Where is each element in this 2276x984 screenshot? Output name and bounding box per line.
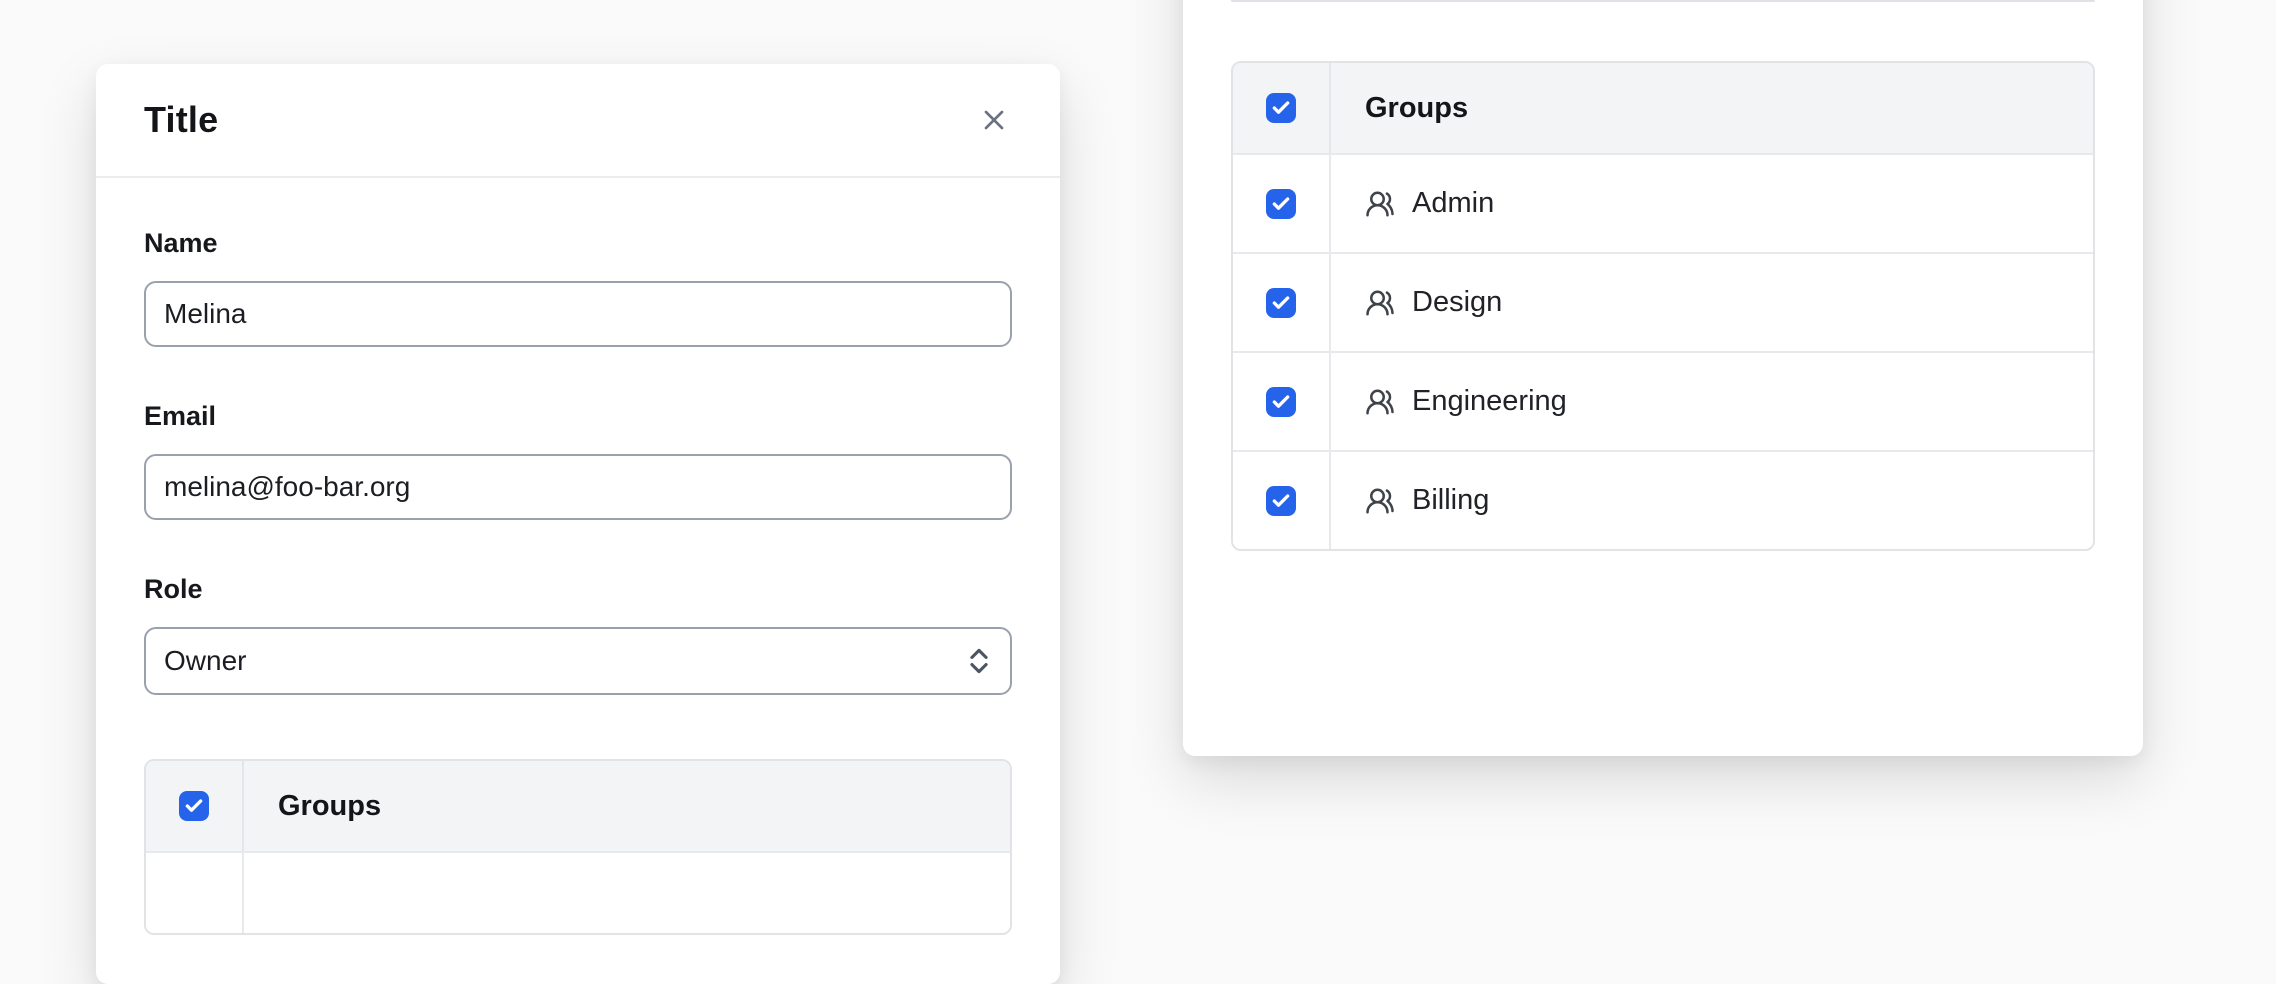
row-checkbox[interactable]: [1266, 387, 1296, 417]
table-row[interactable]: Billing: [1233, 452, 2093, 549]
role-label: Role: [144, 574, 1012, 605]
row-checkbox[interactable]: [1266, 189, 1296, 219]
table-row[interactable]: Design: [1233, 254, 2093, 353]
groups-table-header-row: Groups: [1233, 63, 2093, 155]
email-input[interactable]: [144, 454, 1012, 520]
row-checkbox-cell: [1233, 155, 1331, 252]
groups-panel: Groups Admin: [1183, 0, 2143, 756]
row-checkbox-cell: [1233, 353, 1331, 450]
row-content: Design: [1365, 254, 1502, 351]
email-field-group: Email: [144, 401, 1012, 520]
close-icon: [978, 104, 1010, 136]
users-icon: [1365, 387, 1395, 417]
table-row[interactable]: Engineering: [1233, 353, 2093, 452]
check-icon: [1271, 194, 1291, 214]
group-name: Admin: [1412, 187, 1494, 220]
row-content: Billing: [1365, 452, 1489, 549]
check-icon: [184, 796, 204, 816]
name-input[interactable]: [144, 281, 1012, 347]
email-label: Email: [144, 401, 1012, 432]
name-field-group: Name: [144, 228, 1012, 347]
role-field-group: Role Owner: [144, 574, 1012, 695]
group-name: Design: [1412, 286, 1502, 319]
chevrons-up-down-icon: [962, 644, 996, 678]
select-all-checkbox[interactable]: [1266, 93, 1296, 123]
groups-header-label: Groups: [1365, 92, 1468, 125]
role-select[interactable]: Owner: [144, 627, 1012, 695]
check-icon: [1271, 392, 1291, 412]
check-icon: [1271, 491, 1291, 511]
row-content: Admin: [1365, 155, 1494, 252]
dialog-title: Title: [144, 99, 218, 141]
row-checkbox-cell: [1233, 254, 1331, 351]
check-icon: [1271, 293, 1291, 313]
groups-table-large: Groups Admin: [1231, 61, 2095, 551]
row-checkbox-cell: [1233, 452, 1331, 549]
dialog-body: Name Email Role Owner: [96, 178, 1060, 935]
row-checkbox[interactable]: [1266, 486, 1296, 516]
check-icon: [1271, 98, 1291, 118]
role-selected-value: Owner: [164, 645, 246, 677]
name-label: Name: [144, 228, 1012, 259]
close-button[interactable]: [972, 98, 1016, 142]
groups-table: Groups: [144, 759, 1012, 935]
users-icon: [1365, 288, 1395, 318]
groups-header-label: Groups: [278, 790, 381, 823]
select-bottom-edge: [1231, 0, 2095, 2]
table-row[interactable]: Admin: [1233, 155, 2093, 254]
table-row[interactable]: [146, 853, 1010, 933]
groups-table-body: Admin Design: [1233, 155, 2093, 549]
users-icon: [1365, 189, 1395, 219]
groups-table-header-row: Groups: [146, 761, 1010, 853]
dialog-header: Title: [96, 64, 1060, 178]
select-all-checkbox[interactable]: [179, 791, 209, 821]
users-icon: [1365, 486, 1395, 516]
row-checkbox[interactable]: [1266, 288, 1296, 318]
select-all-cell: [146, 761, 244, 851]
edit-user-dialog: Title Name Email Role Owner: [96, 64, 1060, 984]
select-all-cell: [1233, 63, 1331, 153]
row-checkbox-cell: [146, 853, 244, 933]
group-name: Engineering: [1412, 385, 1567, 418]
row-content: Engineering: [1365, 353, 1567, 450]
group-name: Billing: [1412, 484, 1489, 517]
